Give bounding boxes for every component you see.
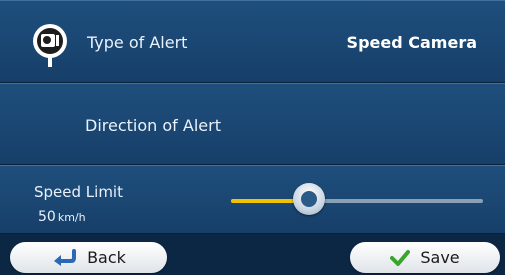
direction-of-alert-label: Direction of Alert bbox=[85, 116, 221, 135]
save-button-label: Save bbox=[420, 248, 460, 267]
save-button[interactable]: Save bbox=[350, 242, 500, 273]
speed-limit-value: 50 km/h bbox=[38, 209, 86, 225]
checkmark-icon bbox=[390, 249, 411, 266]
direction-of-alert-row[interactable] bbox=[0, 83, 505, 218]
back-button[interactable]: Back bbox=[10, 242, 167, 273]
speed-limit-label: Speed Limit bbox=[34, 183, 123, 201]
type-of-alert-value: Speed Camera bbox=[346, 33, 477, 52]
back-arrow-icon bbox=[54, 248, 77, 266]
speed-camera-icon bbox=[33, 24, 67, 67]
speed-limit-slider-handle[interactable] bbox=[293, 183, 326, 215]
type-of-alert-row[interactable]: Type of Alert Speed Camera bbox=[0, 0, 505, 83]
slider-handle-icon bbox=[301, 191, 318, 207]
back-button-label: Back bbox=[87, 248, 126, 267]
type-of-alert-label: Type of Alert bbox=[87, 33, 188, 52]
